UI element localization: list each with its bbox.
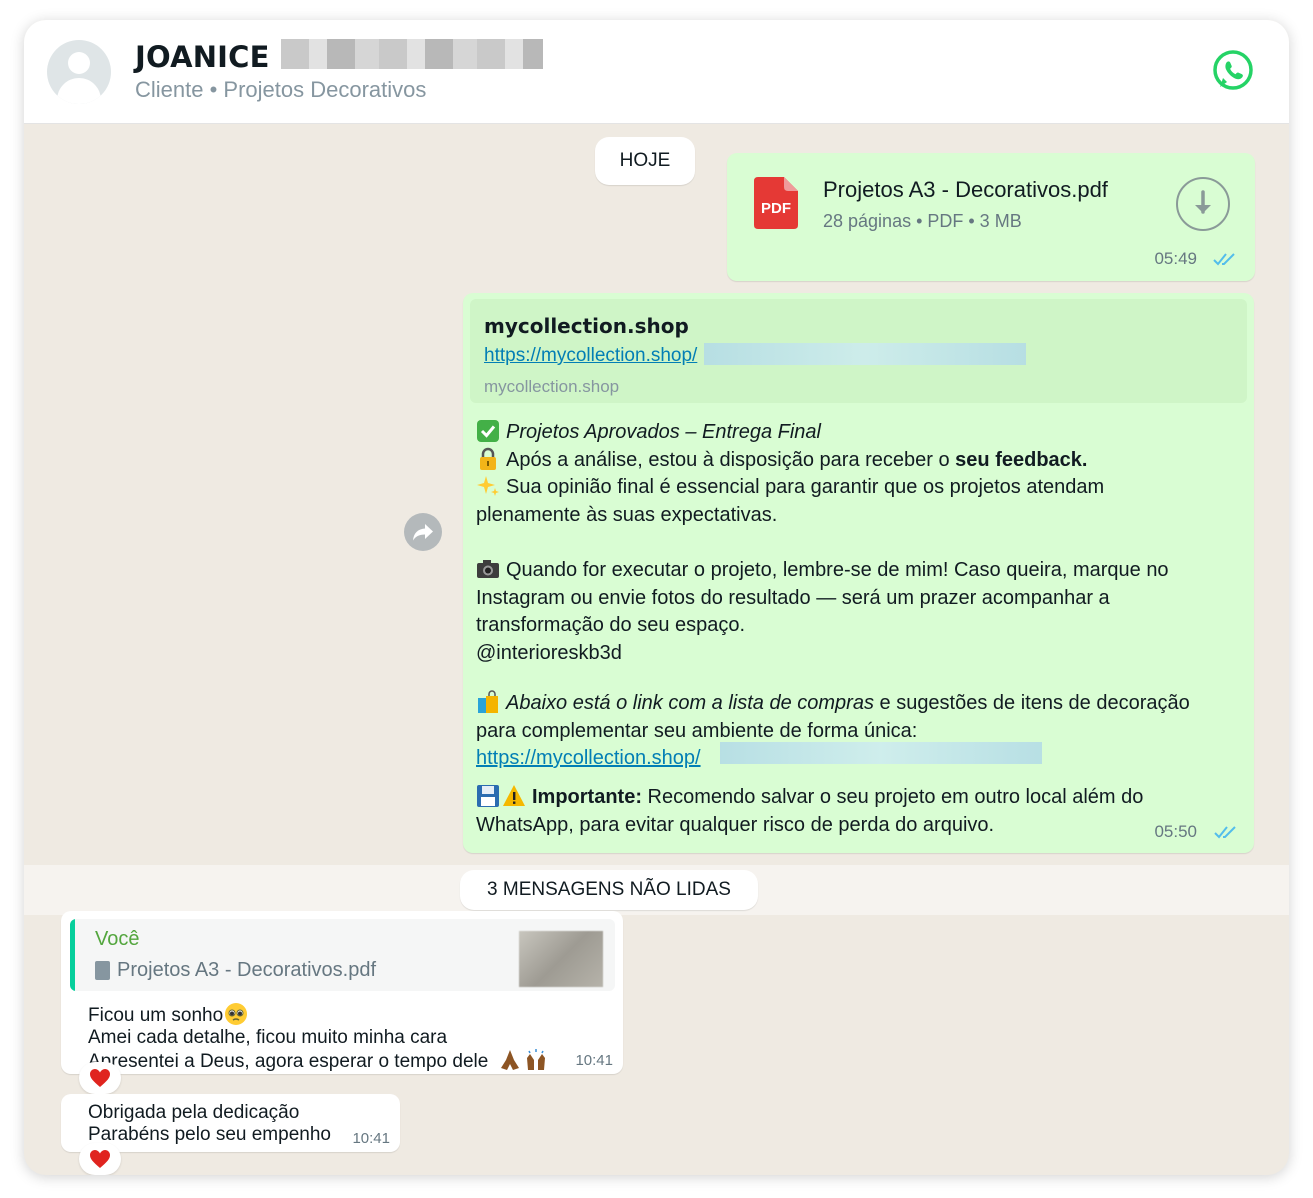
pdf-icon: PDF (754, 177, 798, 229)
quote-accent-bar (70, 919, 75, 991)
quoted-message[interactable]: Você Projetos A3 - Decorativos.pdf (70, 919, 615, 991)
unread-divider: 3 MENSAGENS NÃO LIDAS (460, 870, 758, 910)
forward-arrow-icon (413, 524, 433, 541)
incoming-message[interactable]: Você Projetos A3 - Decorativos.pdf Ficou… (61, 911, 623, 1074)
praying-hands-icon (498, 1048, 522, 1072)
message-line: transformação do seu espaço. (476, 614, 746, 636)
message-time: 05:49 (1154, 249, 1197, 268)
chat-header: JOANICE S Cliente • Projetos Decorativos (24, 20, 1289, 124)
document-message[interactable]: PDF Projetos A3 - Decorativos.pdf 28 pág… (727, 153, 1255, 281)
message-reaction[interactable] (79, 1143, 121, 1175)
message-reaction[interactable] (79, 1062, 121, 1094)
message-time: 10:41 (352, 1130, 390, 1147)
sparkles-icon (476, 474, 500, 498)
heart-icon (90, 1069, 110, 1087)
quote-file-name: Projetos A3 - Decorativos.pdf (117, 959, 377, 981)
contact-name[interactable]: JOANICE S (135, 40, 301, 74)
message-text-segment: Após a análise, estou à disposição para … (506, 448, 956, 471)
message-text-segment: Quando for executar o projeto, lembre-se… (506, 559, 1169, 581)
message-line: plenamente às suas expectativas. (476, 503, 778, 526)
shopping-bags-icon (476, 690, 500, 714)
message-line: Ficou um sonho (88, 1002, 254, 1027)
redacted-url-blur (720, 742, 1042, 764)
shopping-list-link[interactable]: https://mycollection.shop/ (476, 747, 701, 769)
message-line: Abaixo está o link com a lista de compra… (476, 690, 1246, 718)
chat-area[interactable]: HOJE PDF Projetos A3 - Decorativos.pdf 2… (24, 124, 1289, 1175)
read-ticks-icon (1213, 253, 1235, 266)
message-time: 05:50 (1154, 822, 1197, 841)
message-text-segment: Ficou um sonho (88, 1005, 224, 1026)
document-meta: 28 páginas • PDF • 3 MB (823, 211, 1022, 231)
message-text-segment: Recomendo salvar o seu projeto em outro … (642, 786, 1144, 808)
message-text-segment: e sugestões de itens de decoração (873, 692, 1190, 714)
redacted-url-blur (704, 343, 1026, 365)
message-italic-segment: Abaixo está o link com a lista de compra… (506, 692, 874, 714)
date-divider: HOJE (595, 137, 695, 185)
pleading-face-icon (224, 1002, 248, 1026)
download-arrow-icon (1195, 190, 1211, 214)
message-text-segment: Sua opinião final é essencial para garan… (506, 476, 1105, 498)
heart-icon (90, 1150, 110, 1168)
message-line: Quando for executar o projeto, lembre-se… (476, 557, 1246, 585)
redacted-name-blur (281, 39, 543, 69)
check-mark-icon (476, 419, 500, 443)
message-body: Projetos Aprovados – Entrega Final Após … (476, 419, 1246, 529)
message-line: Após a análise, estou à disposição para … (476, 447, 1246, 475)
whatsapp-icon (1213, 50, 1253, 90)
message-line: Projetos Aprovados – Entrega Final (476, 419, 1246, 447)
message-heading: Projetos Aprovados – Entrega Final (506, 421, 821, 443)
warning-icon (502, 784, 526, 808)
link-preview[interactable]: mycollection.shop https://mycollection.s… (470, 299, 1247, 403)
camera-icon (476, 557, 500, 581)
message-line: Sua opinião final é essencial para garan… (476, 474, 1246, 502)
message-line: WhatsApp, para evitar qualquer risco de … (476, 813, 995, 836)
contact-avatar[interactable] (47, 40, 111, 104)
text-message[interactable]: mycollection.shop https://mycollection.s… (463, 293, 1254, 853)
link-preview-domain: mycollection.shop (484, 377, 620, 396)
link-preview-title: mycollection.shop (484, 314, 689, 338)
forward-button[interactable] (404, 513, 442, 551)
message-body: Importante: Recomendo salvar o seu proje… (476, 784, 1246, 839)
message-line: Parabéns pelo seu empenho (88, 1124, 331, 1145)
message-body: Quando for executar o projeto, lembre-se… (476, 557, 1246, 667)
raised-hands-icon (524, 1048, 548, 1072)
message-bold-segment: seu feedback. (955, 448, 1088, 471)
floppy-disk-icon (476, 784, 500, 808)
message-line: para complementar seu ambiente de forma … (476, 719, 918, 742)
chat-window: JOANICE S Cliente • Projetos Decorativos… (24, 20, 1289, 1175)
read-ticks-icon (1214, 826, 1236, 839)
document-file-name: Projetos A3 - Decorativos.pdf (823, 177, 1108, 202)
message-line: Obrigada pela dedicação (88, 1102, 300, 1123)
message-text-segment: Apresentei a Deus, agora esperar o tempo… (88, 1051, 489, 1072)
pdf-icon-label: PDF (761, 200, 791, 217)
message-line: Instagram ou envie fotos do resultado — … (476, 586, 1110, 609)
message-time: 10:41 (575, 1052, 613, 1069)
message-line: Importante: Recomendo salvar o seu proje… (476, 784, 1246, 812)
quote-thumbnail (519, 931, 603, 987)
avatar-body-shape (57, 78, 101, 104)
message-line: Amei cada detalhe, ficou muito minha car… (88, 1027, 448, 1048)
message-line: Apresentei a Deus, agora esperar o tempo… (88, 1048, 554, 1073)
incoming-message[interactable]: Obrigada pela dedicação Parabéns pelo se… (61, 1094, 400, 1152)
contact-subtitle: Cliente • Projetos Decorativos (135, 77, 427, 102)
message-line: @interioreskb3d (476, 641, 622, 664)
message-bold-segment: Importante: (532, 786, 642, 808)
download-button[interactable] (1176, 177, 1230, 231)
avatar-head-shape (68, 52, 90, 74)
document-icon (95, 961, 110, 980)
padlock-icon (476, 447, 500, 471)
link-preview-url[interactable]: https://mycollection.shop/ (484, 345, 697, 367)
quote-author: Você (95, 928, 140, 950)
